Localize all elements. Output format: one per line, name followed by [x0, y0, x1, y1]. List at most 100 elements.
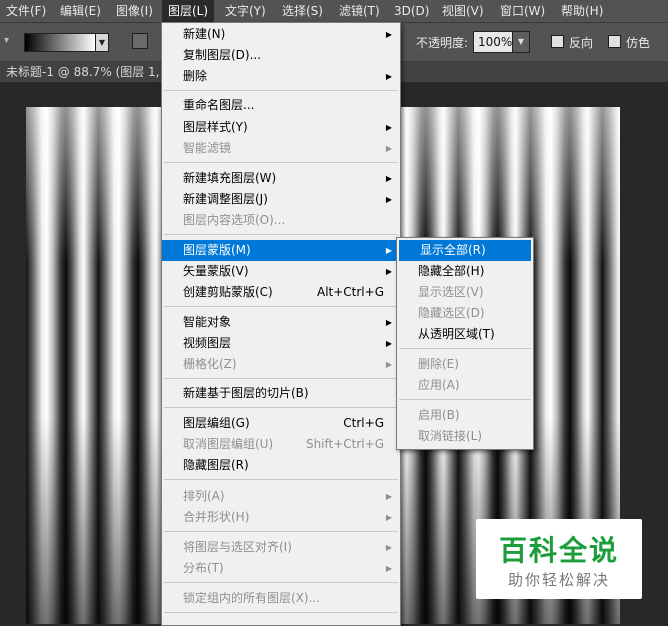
- submenu-item-reveal-selection[interactable]: 显示选区(V): [397, 282, 533, 303]
- layer-menu: 新建(N) ▶ 复制图层(D)... 删除 ▶ 重命名图层... 图层样式(Y) ▶ …: [161, 22, 401, 626]
- watermark-subtitle: 助你轻松解决: [507, 571, 610, 589]
- menu-separator: [164, 162, 398, 163]
- menu-item-shortcut: Alt+Ctrl+G: [316, 285, 384, 299]
- linear-gradient-icon[interactable]: [132, 33, 148, 49]
- menu-separator: [164, 407, 398, 408]
- menu-item-distribute[interactable]: 分布(T) ▶: [162, 558, 400, 579]
- menu-item-label: 复制图层(D)...: [183, 48, 262, 62]
- opacity-input[interactable]: 100%: [473, 31, 515, 53]
- menu-item-align-to-selection[interactable]: 将图层与选区对齐(I) ▶: [162, 537, 400, 558]
- menu-item-hide-layers[interactable]: 隐藏图层(R): [162, 455, 400, 476]
- menu-separator: [164, 378, 398, 379]
- menu-layer[interactable]: 图层(L): [162, 0, 215, 22]
- menu-item-label: 合并形状(H): [183, 510, 250, 524]
- menu-separator: [164, 306, 398, 307]
- menu-item-label: 隐藏图层(R): [183, 458, 249, 472]
- menu-item-rasterize[interactable]: 栅格化(Z) ▶: [162, 354, 400, 375]
- menu-item-layer-style[interactable]: 图层样式(Y) ▶: [162, 117, 400, 138]
- menu-item-label: 重命名图层...: [183, 98, 255, 112]
- menu-item-label: 分布(T): [183, 561, 224, 575]
- dither-checkbox[interactable]: [608, 35, 621, 48]
- submenu-item-enable[interactable]: 启用(B): [397, 405, 533, 426]
- chevron-down-icon[interactable]: ▼: [512, 31, 530, 53]
- chevron-right-icon: ▶: [385, 195, 392, 204]
- chevron-right-icon: ▶: [385, 318, 392, 327]
- menu-type[interactable]: 文字(Y): [219, 0, 272, 22]
- menu-select[interactable]: 选择(S): [276, 0, 329, 22]
- menu-separator: [399, 399, 531, 400]
- menu-window[interactable]: 窗口(W): [494, 0, 551, 22]
- chevron-right-icon: ▶: [385, 246, 392, 255]
- menu-item-label: 新建(N): [183, 27, 226, 41]
- menu-view[interactable]: 视图(V): [436, 0, 490, 22]
- chevron-right-icon: ▶: [385, 174, 392, 183]
- menu-item-label: 智能滤镜: [183, 141, 232, 155]
- menu-edit[interactable]: 编辑(E): [54, 0, 107, 22]
- submenu-item-from-transparency[interactable]: 从透明区域(T): [397, 324, 533, 345]
- chevron-right-icon: ▶: [385, 492, 392, 501]
- menu-item-label: 图层内容选项(O)...: [183, 213, 286, 227]
- submenu-item-hide-selection[interactable]: 隐藏选区(D): [397, 303, 533, 324]
- menu-item-lock-all-layers[interactable]: 锁定组内的所有图层(X)...: [162, 588, 400, 609]
- chevron-right-icon: ▶: [385, 30, 392, 39]
- menu-item-label: 新建调整图层(J): [183, 192, 268, 206]
- menu-item-arrange[interactable]: 排列(A) ▶: [162, 486, 400, 507]
- menu-item-vector-mask[interactable]: 矢量蒙版(V) ▶: [162, 261, 400, 282]
- menu-item-new-layer-slice[interactable]: 新建基于图层的切片(B): [162, 383, 400, 404]
- menu-item-shortcut: Shift+Ctrl+G: [305, 437, 384, 451]
- menu-item-label: 图层样式(Y): [183, 120, 248, 134]
- menu-separator: [164, 582, 398, 583]
- menu-item-label: 新建填充图层(W): [183, 171, 277, 185]
- menu-filter[interactable]: 滤镜(T): [333, 0, 386, 22]
- menu-3d[interactable]: 3D(D): [388, 0, 435, 22]
- gradient-picker[interactable]: [24, 33, 96, 52]
- submenu-item-label: 取消链接(L): [418, 429, 483, 443]
- menu-item-new[interactable]: 新建(N) ▶: [162, 24, 400, 45]
- menu-item-group-layers[interactable]: 图层编组(G) Ctrl+G: [162, 413, 400, 434]
- menu-file[interactable]: 文件(F): [0, 0, 52, 22]
- submenu-item-label: 显示选区(V): [418, 285, 484, 299]
- menu-item-label: 将图层与选区对齐(I): [183, 540, 292, 554]
- menu-item-delete[interactable]: 删除 ▶: [162, 66, 400, 87]
- dither-label: 仿色: [626, 36, 651, 50]
- tool-arrow-icon: ▾: [4, 35, 10, 46]
- chevron-right-icon: ▶: [385, 267, 392, 276]
- submenu-item-label: 显示全部(R): [420, 243, 486, 257]
- menu-item-combine-shapes[interactable]: 合并形状(H) ▶: [162, 507, 400, 528]
- menu-item-label: 删除: [183, 69, 208, 83]
- submenu-item-apply[interactable]: 应用(A): [397, 375, 533, 396]
- menu-item-new-fill-layer[interactable]: 新建填充图层(W) ▶: [162, 168, 400, 189]
- submenu-item-label: 启用(B): [418, 408, 460, 422]
- watermark-title: 百科全说: [498, 534, 619, 567]
- submenu-item-reveal-all[interactable]: 显示全部(R): [399, 240, 531, 261]
- menu-item-create-clipping-mask[interactable]: 创建剪贴蒙版(C) Alt+Ctrl+G: [162, 282, 400, 303]
- menu-item-smart-object[interactable]: 智能对象 ▶: [162, 312, 400, 333]
- menu-item-layer-content-options[interactable]: 图层内容选项(O)...: [162, 210, 400, 231]
- menu-item-label: 栅格化(Z): [183, 357, 237, 371]
- submenu-item-hide-all[interactable]: 隐藏全部(H): [397, 261, 533, 282]
- menu-bar: 文件(F) 编辑(E) 图像(I) 图层(L) 文字(Y) 选择(S) 滤镜(T…: [0, 0, 668, 23]
- menu-item-label: 视频图层: [183, 336, 232, 350]
- menu-item-new-adjustment-layer[interactable]: 新建调整图层(J) ▶: [162, 189, 400, 210]
- menu-item-ungroup-layers[interactable]: 取消图层编组(U) Shift+Ctrl+G: [162, 434, 400, 455]
- submenu-item-delete[interactable]: 删除(E): [397, 354, 533, 375]
- document-title: 未标题-1 @ 88.7% (图层 1, I: [6, 65, 167, 79]
- menu-item-duplicate-layer[interactable]: 复制图层(D)...: [162, 45, 400, 66]
- chevron-down-icon[interactable]: ▼: [95, 33, 109, 52]
- chevron-right-icon: ▶: [385, 564, 392, 573]
- opacity-label: 不透明度:: [416, 36, 469, 50]
- chevron-right-icon: ▶: [385, 339, 392, 348]
- menu-separator: [164, 90, 398, 91]
- submenu-item-unlink[interactable]: 取消链接(L): [397, 426, 533, 447]
- submenu-item-label: 隐藏选区(D): [418, 306, 485, 320]
- menu-separator: [164, 531, 398, 532]
- reverse-checkbox[interactable]: [551, 35, 564, 48]
- menu-item-video-layer[interactable]: 视频图层 ▶: [162, 333, 400, 354]
- menu-item-layer-mask[interactable]: 图层蒙版(M) ▶: [162, 240, 400, 261]
- menu-separator: [164, 234, 398, 235]
- menu-image[interactable]: 图像(I): [110, 0, 159, 22]
- menu-help[interactable]: 帮助(H): [555, 0, 609, 22]
- layer-mask-submenu: 显示全部(R) 隐藏全部(H) 显示选区(V) 隐藏选区(D) 从透明区域(T)…: [396, 237, 534, 450]
- menu-item-smart-filter[interactable]: 智能滤镜 ▶: [162, 138, 400, 159]
- menu-item-rename-layer[interactable]: 重命名图层...: [162, 95, 400, 116]
